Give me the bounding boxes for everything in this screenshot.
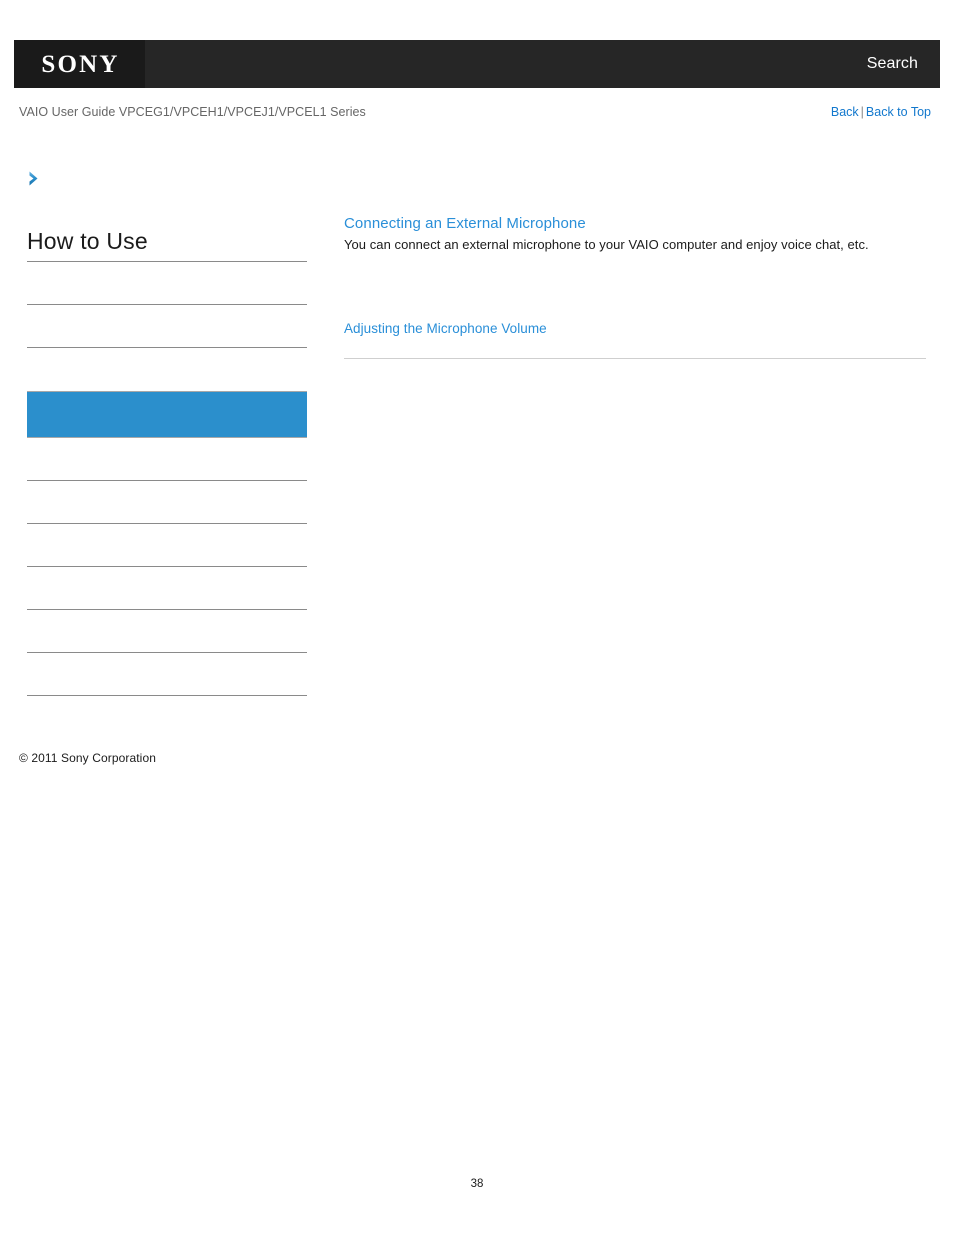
back-to-top-link[interactable]: Back to Top <box>866 105 931 119</box>
sidebar-item-3-selected[interactable] <box>27 391 307 438</box>
chevron-right-icon[interactable] <box>27 170 43 187</box>
search-link[interactable]: Search <box>867 55 940 73</box>
topic-title-link[interactable]: Connecting an External Microphone <box>344 214 586 234</box>
page-title: How to Use <box>27 228 148 254</box>
document-page: SONY Search VAIO User Guide VPCEG1/VPCEH… <box>0 0 954 1235</box>
topic-description: You can connect an external microphone t… <box>344 237 869 252</box>
sony-logo-text: SONY <box>41 50 120 78</box>
sidebar-item-1[interactable] <box>27 305 307 348</box>
header-nav-links: Back | Back to Top <box>831 105 931 119</box>
sidebar-item-5[interactable] <box>27 481 307 524</box>
sony-logo[interactable]: SONY <box>14 40 145 88</box>
subheader: VAIO User Guide VPCEG1/VPCEH1/VPCEJ1/VPC… <box>19 102 931 122</box>
page-number: 38 <box>470 1178 484 1190</box>
topic-block: Connecting an External Microphone You ca… <box>344 214 926 254</box>
sidebar-nav-list <box>27 262 307 696</box>
sidebar-item-4[interactable] <box>27 438 307 481</box>
content-divider <box>344 358 926 359</box>
sidebar-item-8[interactable] <box>27 610 307 653</box>
site-header: SONY Search <box>14 40 940 88</box>
sidebar-item-7[interactable] <box>27 567 307 610</box>
back-link[interactable]: Back <box>831 105 859 119</box>
sidebar: How to Use <box>27 170 307 696</box>
nav-separator: | <box>860 105 864 119</box>
guide-title: VAIO User Guide VPCEG1/VPCEH1/VPCEJ1/VPC… <box>19 105 366 119</box>
sidebar-item-2[interactable] <box>27 348 307 391</box>
related-topic-link[interactable]: Adjusting the Microphone Volume <box>344 320 547 338</box>
copyright-text: © 2011 Sony Corporation <box>19 751 157 765</box>
sidebar-item-9[interactable] <box>27 653 307 696</box>
sidebar-item-6[interactable] <box>27 524 307 567</box>
sidebar-item-0[interactable] <box>27 262 307 305</box>
main-content: Connecting an External Microphone You ca… <box>344 214 926 359</box>
